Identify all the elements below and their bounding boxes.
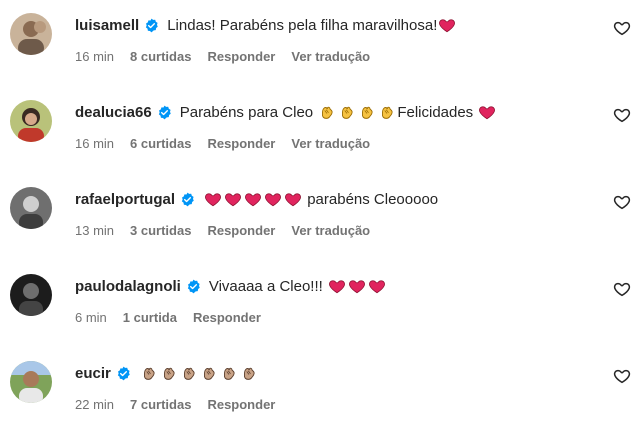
comment-meta: 6 min 1 curtida Responder	[75, 310, 277, 325]
avatar[interactable]	[10, 361, 52, 403]
avatar[interactable]	[10, 13, 52, 55]
clapping-hands-medium-emoji-icon	[220, 364, 238, 382]
username-link[interactable]: eucir	[75, 365, 111, 382]
reply-button[interactable]: Responder	[207, 223, 275, 238]
verified-badge-icon	[186, 279, 201, 294]
comment-body: luisamell Lindas! Parabéns pela filha mar…	[75, 14, 457, 36]
comment-text-segment: Felicidades	[397, 103, 478, 121]
comment-text-segment: Vivaaaa a Cleo!!!	[208, 277, 327, 295]
translate-link[interactable]: Ver tradução	[291, 223, 370, 238]
timestamp[interactable]: 16 min	[75, 49, 114, 64]
likes-count[interactable]: 8 curtidas	[130, 49, 191, 64]
comment-text: parabéns Cleooooo	[203, 190, 438, 208]
comment-body: rafaelportugal parabéns Cleooooo	[75, 188, 438, 210]
clapping-hands-emoji-icon	[378, 103, 396, 121]
reply-button[interactable]: Responder	[207, 49, 275, 64]
likes-count[interactable]: 6 curtidas	[130, 136, 191, 151]
comment-text: Parabéns para Cleo Felicidades	[180, 103, 498, 121]
comment-row: rafaelportugal parabéns Cleooooo 13 min 3 …	[0, 174, 640, 254]
red-heart-emoji-icon	[204, 190, 222, 208]
clapping-hands-emoji-icon	[318, 103, 336, 121]
red-heart-emoji-icon	[348, 277, 366, 295]
clapping-hands-emoji-icon	[358, 103, 376, 121]
like-heart-icon[interactable]	[613, 280, 631, 298]
comment-text-segment: Parabéns para Cleo	[179, 103, 318, 121]
like-heart-icon[interactable]	[613, 106, 631, 124]
avatar[interactable]	[10, 274, 52, 316]
red-heart-emoji-icon	[264, 190, 282, 208]
clapping-hands-medium-emoji-icon	[200, 364, 218, 382]
comment-text-segment: Lindas! Parabéns pela filha maravilhosa!	[167, 16, 438, 34]
likes-count[interactable]: 1 curtida	[123, 310, 177, 325]
clapping-hands-medium-emoji-icon	[240, 364, 258, 382]
comment-row: paulodalagnoli Vivaaaa a Cleo!!! 6 min 1 c…	[0, 261, 640, 341]
translate-link[interactable]: Ver tradução	[291, 49, 370, 64]
timestamp[interactable]: 6 min	[75, 310, 107, 325]
translate-link[interactable]: Ver tradução	[291, 136, 370, 151]
comment-row: luisamell Lindas! Parabéns pela filha mar…	[0, 0, 640, 80]
comment-text	[139, 364, 259, 382]
avatar[interactable]	[10, 100, 52, 142]
clapping-hands-medium-emoji-icon	[180, 364, 198, 382]
verified-badge-icon	[157, 105, 172, 120]
reply-button[interactable]: Responder	[207, 136, 275, 151]
username-link[interactable]: luisamell	[75, 17, 139, 34]
clapping-hands-medium-emoji-icon	[140, 364, 158, 382]
red-heart-emoji-icon	[438, 16, 456, 34]
comment-body: eucir	[75, 362, 259, 384]
red-heart-emoji-icon	[478, 103, 496, 121]
verified-badge-icon	[116, 366, 131, 381]
comment-meta: 13 min 3 curtidas Responder Ver tradução	[75, 223, 386, 238]
like-heart-icon[interactable]	[613, 367, 631, 385]
clapping-hands-emoji-icon	[338, 103, 356, 121]
comment-meta: 22 min 7 curtidas Responder	[75, 397, 291, 412]
comment-meta: 16 min 6 curtidas Responder Ver tradução	[75, 136, 386, 151]
red-heart-emoji-icon	[284, 190, 302, 208]
like-heart-icon[interactable]	[613, 193, 631, 211]
timestamp[interactable]: 16 min	[75, 136, 114, 151]
likes-count[interactable]: 7 curtidas	[130, 397, 191, 412]
reply-button[interactable]: Responder	[207, 397, 275, 412]
avatar[interactable]	[10, 187, 52, 229]
red-heart-emoji-icon	[244, 190, 262, 208]
comment-text: Lindas! Parabéns pela filha maravilhosa!	[167, 16, 457, 34]
comment-text: Vivaaaa a Cleo!!!	[209, 277, 387, 295]
reply-button[interactable]: Responder	[193, 310, 261, 325]
verified-badge-icon	[144, 18, 159, 33]
comment-row: dealucia66 Parabéns para Cleo Felicidades…	[0, 87, 640, 167]
red-heart-emoji-icon	[328, 277, 346, 295]
red-heart-emoji-icon	[368, 277, 386, 295]
comment-text-segment: parabéns Cleooooo	[303, 190, 439, 208]
username-link[interactable]: paulodalagnoli	[75, 278, 181, 295]
comment-body: dealucia66 Parabéns para Cleo Felicidades	[75, 101, 497, 123]
likes-count[interactable]: 3 curtidas	[130, 223, 191, 238]
red-heart-emoji-icon	[224, 190, 242, 208]
clapping-hands-medium-emoji-icon	[160, 364, 178, 382]
username-link[interactable]: dealucia66	[75, 104, 152, 121]
timestamp[interactable]: 22 min	[75, 397, 114, 412]
comment-meta: 16 min 8 curtidas Responder Ver tradução	[75, 49, 386, 64]
timestamp[interactable]: 13 min	[75, 223, 114, 238]
verified-badge-icon	[180, 192, 195, 207]
username-link[interactable]: rafaelportugal	[75, 191, 175, 208]
comment-body: paulodalagnoli Vivaaaa a Cleo!!!	[75, 275, 387, 297]
comment-row: eucir 22 min 7 curtidas Responder	[0, 348, 640, 428]
like-heart-icon[interactable]	[613, 19, 631, 37]
